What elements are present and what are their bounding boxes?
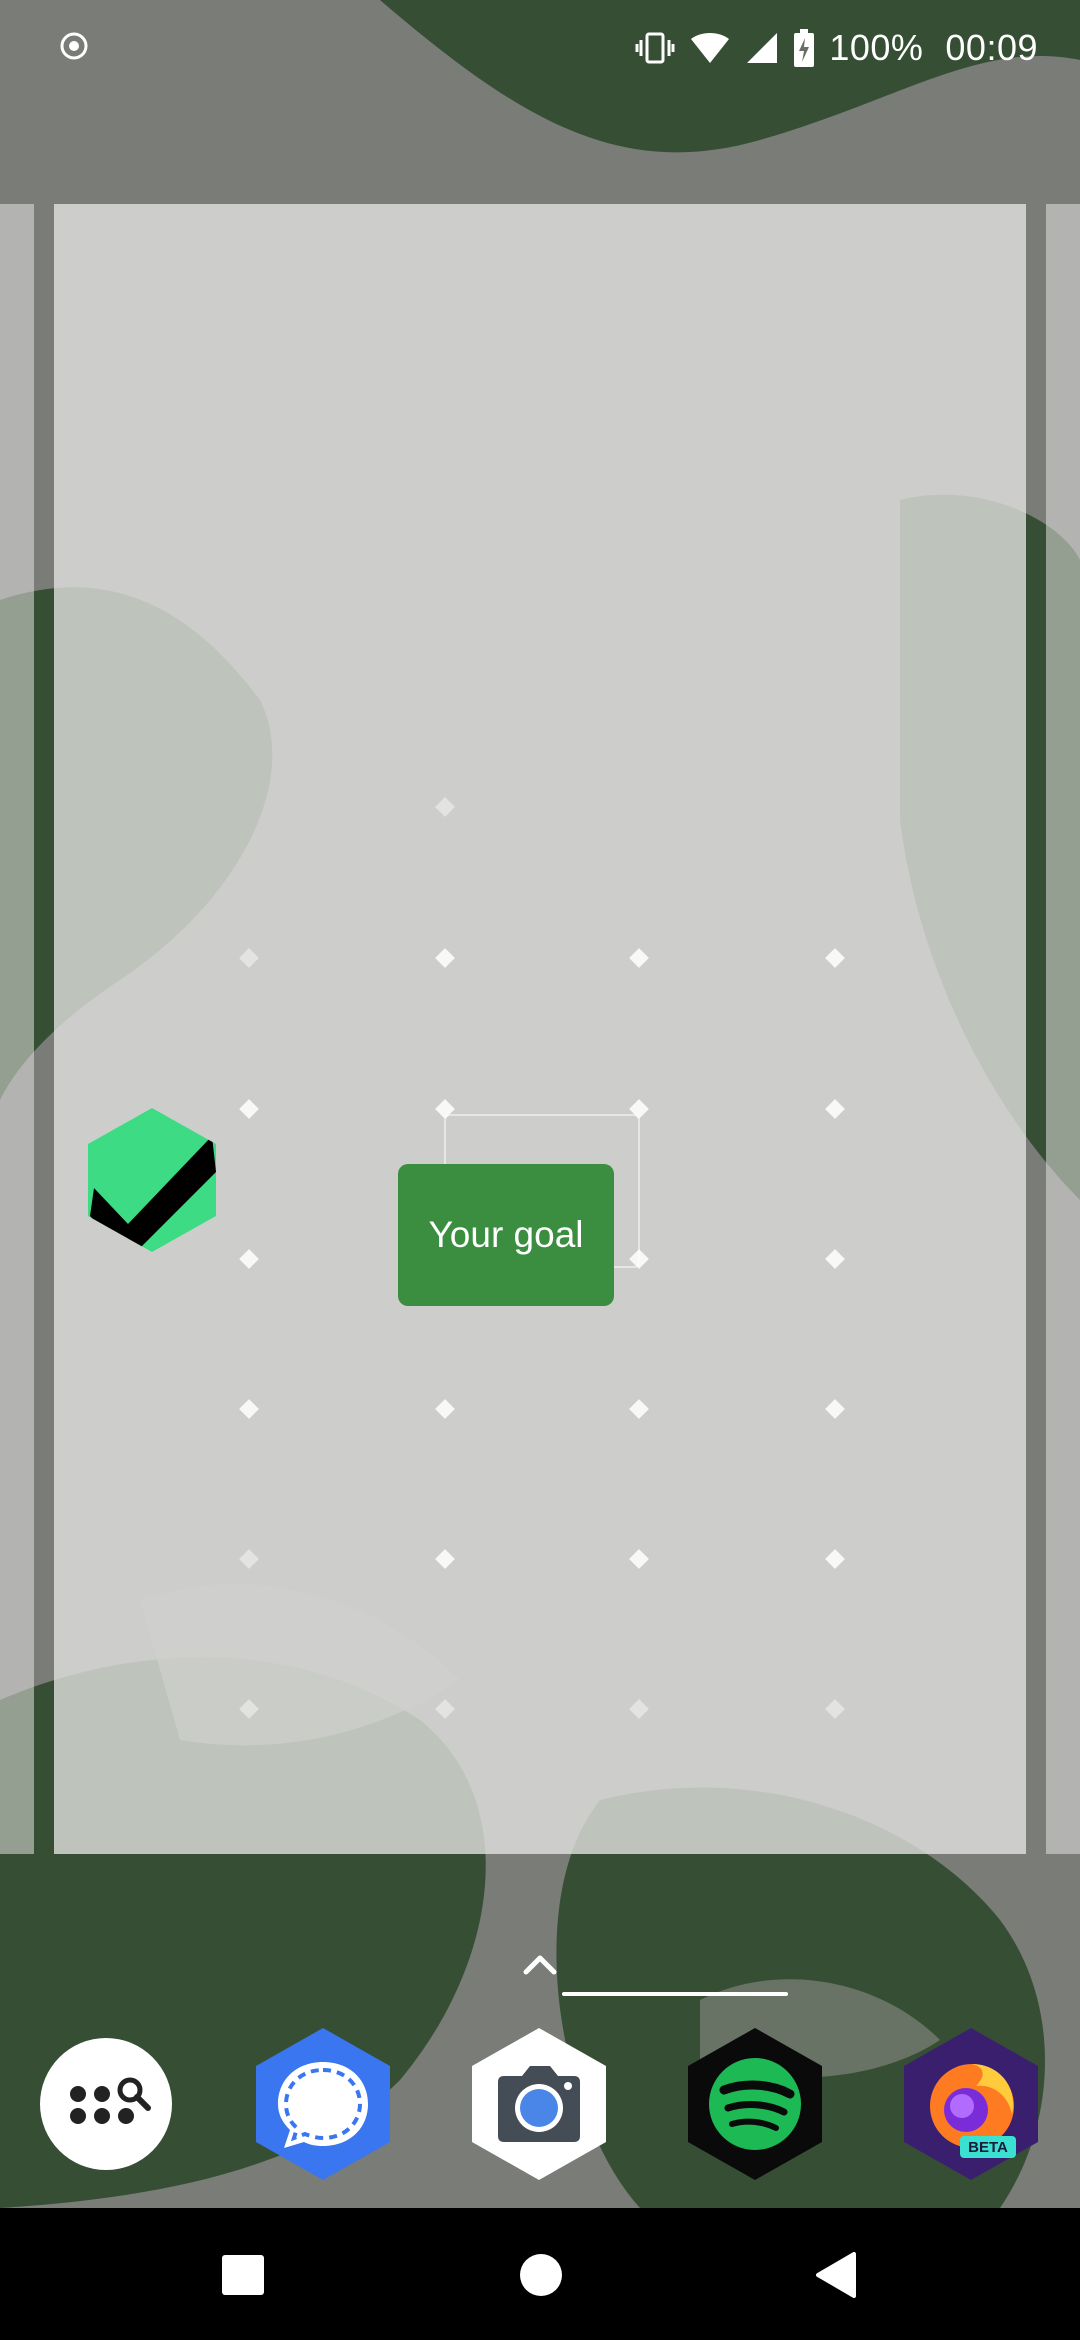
signal-chat-icon[interactable] (248, 2024, 398, 2184)
your-goal-widget[interactable]: Your goal (398, 1164, 614, 1306)
camera-icon[interactable] (464, 2024, 614, 2184)
grid-search-icon[interactable] (30, 2024, 180, 2184)
grid-dot (629, 1399, 649, 1419)
status-bar: 100% 00:09 (0, 0, 1080, 96)
home-button[interactable] (520, 2254, 562, 2296)
grid-dot (239, 1549, 259, 1569)
grid-dot (825, 1699, 845, 1719)
clock: 00:09 (945, 27, 1038, 68)
grid-dot (239, 1099, 259, 1119)
grid-dot (435, 797, 455, 817)
spotify-icon[interactable] (680, 2024, 830, 2184)
beta-badge-text: BETA (968, 2139, 1008, 2156)
grid-dot (239, 948, 259, 968)
vibrate-icon (635, 32, 675, 64)
grid-dot (435, 1399, 455, 1419)
battery-charging-icon (794, 29, 815, 67)
page-indicator (562, 1992, 788, 1996)
grid-dot (825, 1549, 845, 1569)
grid-dot (825, 948, 845, 968)
check-hexagon-icon[interactable] (84, 1106, 220, 1254)
signal-icon (747, 33, 778, 63)
grid-dot (629, 1699, 649, 1719)
wifi-icon (691, 33, 730, 63)
firefox-beta-icon[interactable]: BETA (896, 2024, 1046, 2184)
grid-dot (435, 1699, 455, 1719)
recent-apps-button[interactable] (222, 2255, 264, 2295)
battery-percentage: 100% (829, 27, 924, 68)
home-screen-edit-panel[interactable] (54, 204, 1026, 1854)
grid-dot (825, 1249, 845, 1269)
grid-dot (825, 1399, 845, 1419)
grid-dot (239, 1249, 259, 1269)
next-page-preview[interactable] (1046, 204, 1080, 1854)
grid-dot (629, 948, 649, 968)
grid-dot (435, 1549, 455, 1569)
back-button[interactable] (814, 2250, 858, 2300)
grid-dot (239, 1399, 259, 1419)
previous-page-preview[interactable] (0, 204, 34, 1854)
grid-dot (825, 1099, 845, 1119)
grid-dot (629, 1549, 649, 1569)
screen-record-icon (60, 32, 88, 60)
grid-dot (435, 948, 455, 968)
chevron-up-icon[interactable] (520, 1952, 560, 1976)
grid-dot (239, 1699, 259, 1719)
